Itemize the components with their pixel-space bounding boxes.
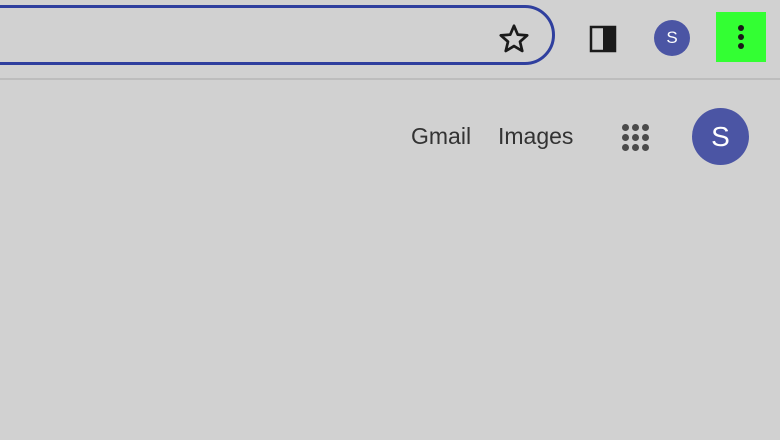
bookmark-star-button[interactable] <box>496 21 532 57</box>
star-icon <box>499 24 529 53</box>
google-apps-button[interactable] <box>614 116 656 158</box>
google-homepage: Gmail Images S <box>0 80 780 440</box>
side-panel-icon <box>589 25 617 53</box>
images-link[interactable]: Images <box>498 123 573 150</box>
address-bar[interactable] <box>0 5 555 65</box>
browser-menu-button[interactable] <box>716 12 766 62</box>
side-panel-button[interactable] <box>588 24 618 54</box>
profile-button[interactable]: S <box>654 20 690 56</box>
address-input[interactable] <box>13 18 457 54</box>
gmail-link[interactable]: Gmail <box>411 123 471 150</box>
browser-toolbar: S <box>0 0 780 80</box>
google-account-avatar[interactable]: S <box>692 108 749 165</box>
